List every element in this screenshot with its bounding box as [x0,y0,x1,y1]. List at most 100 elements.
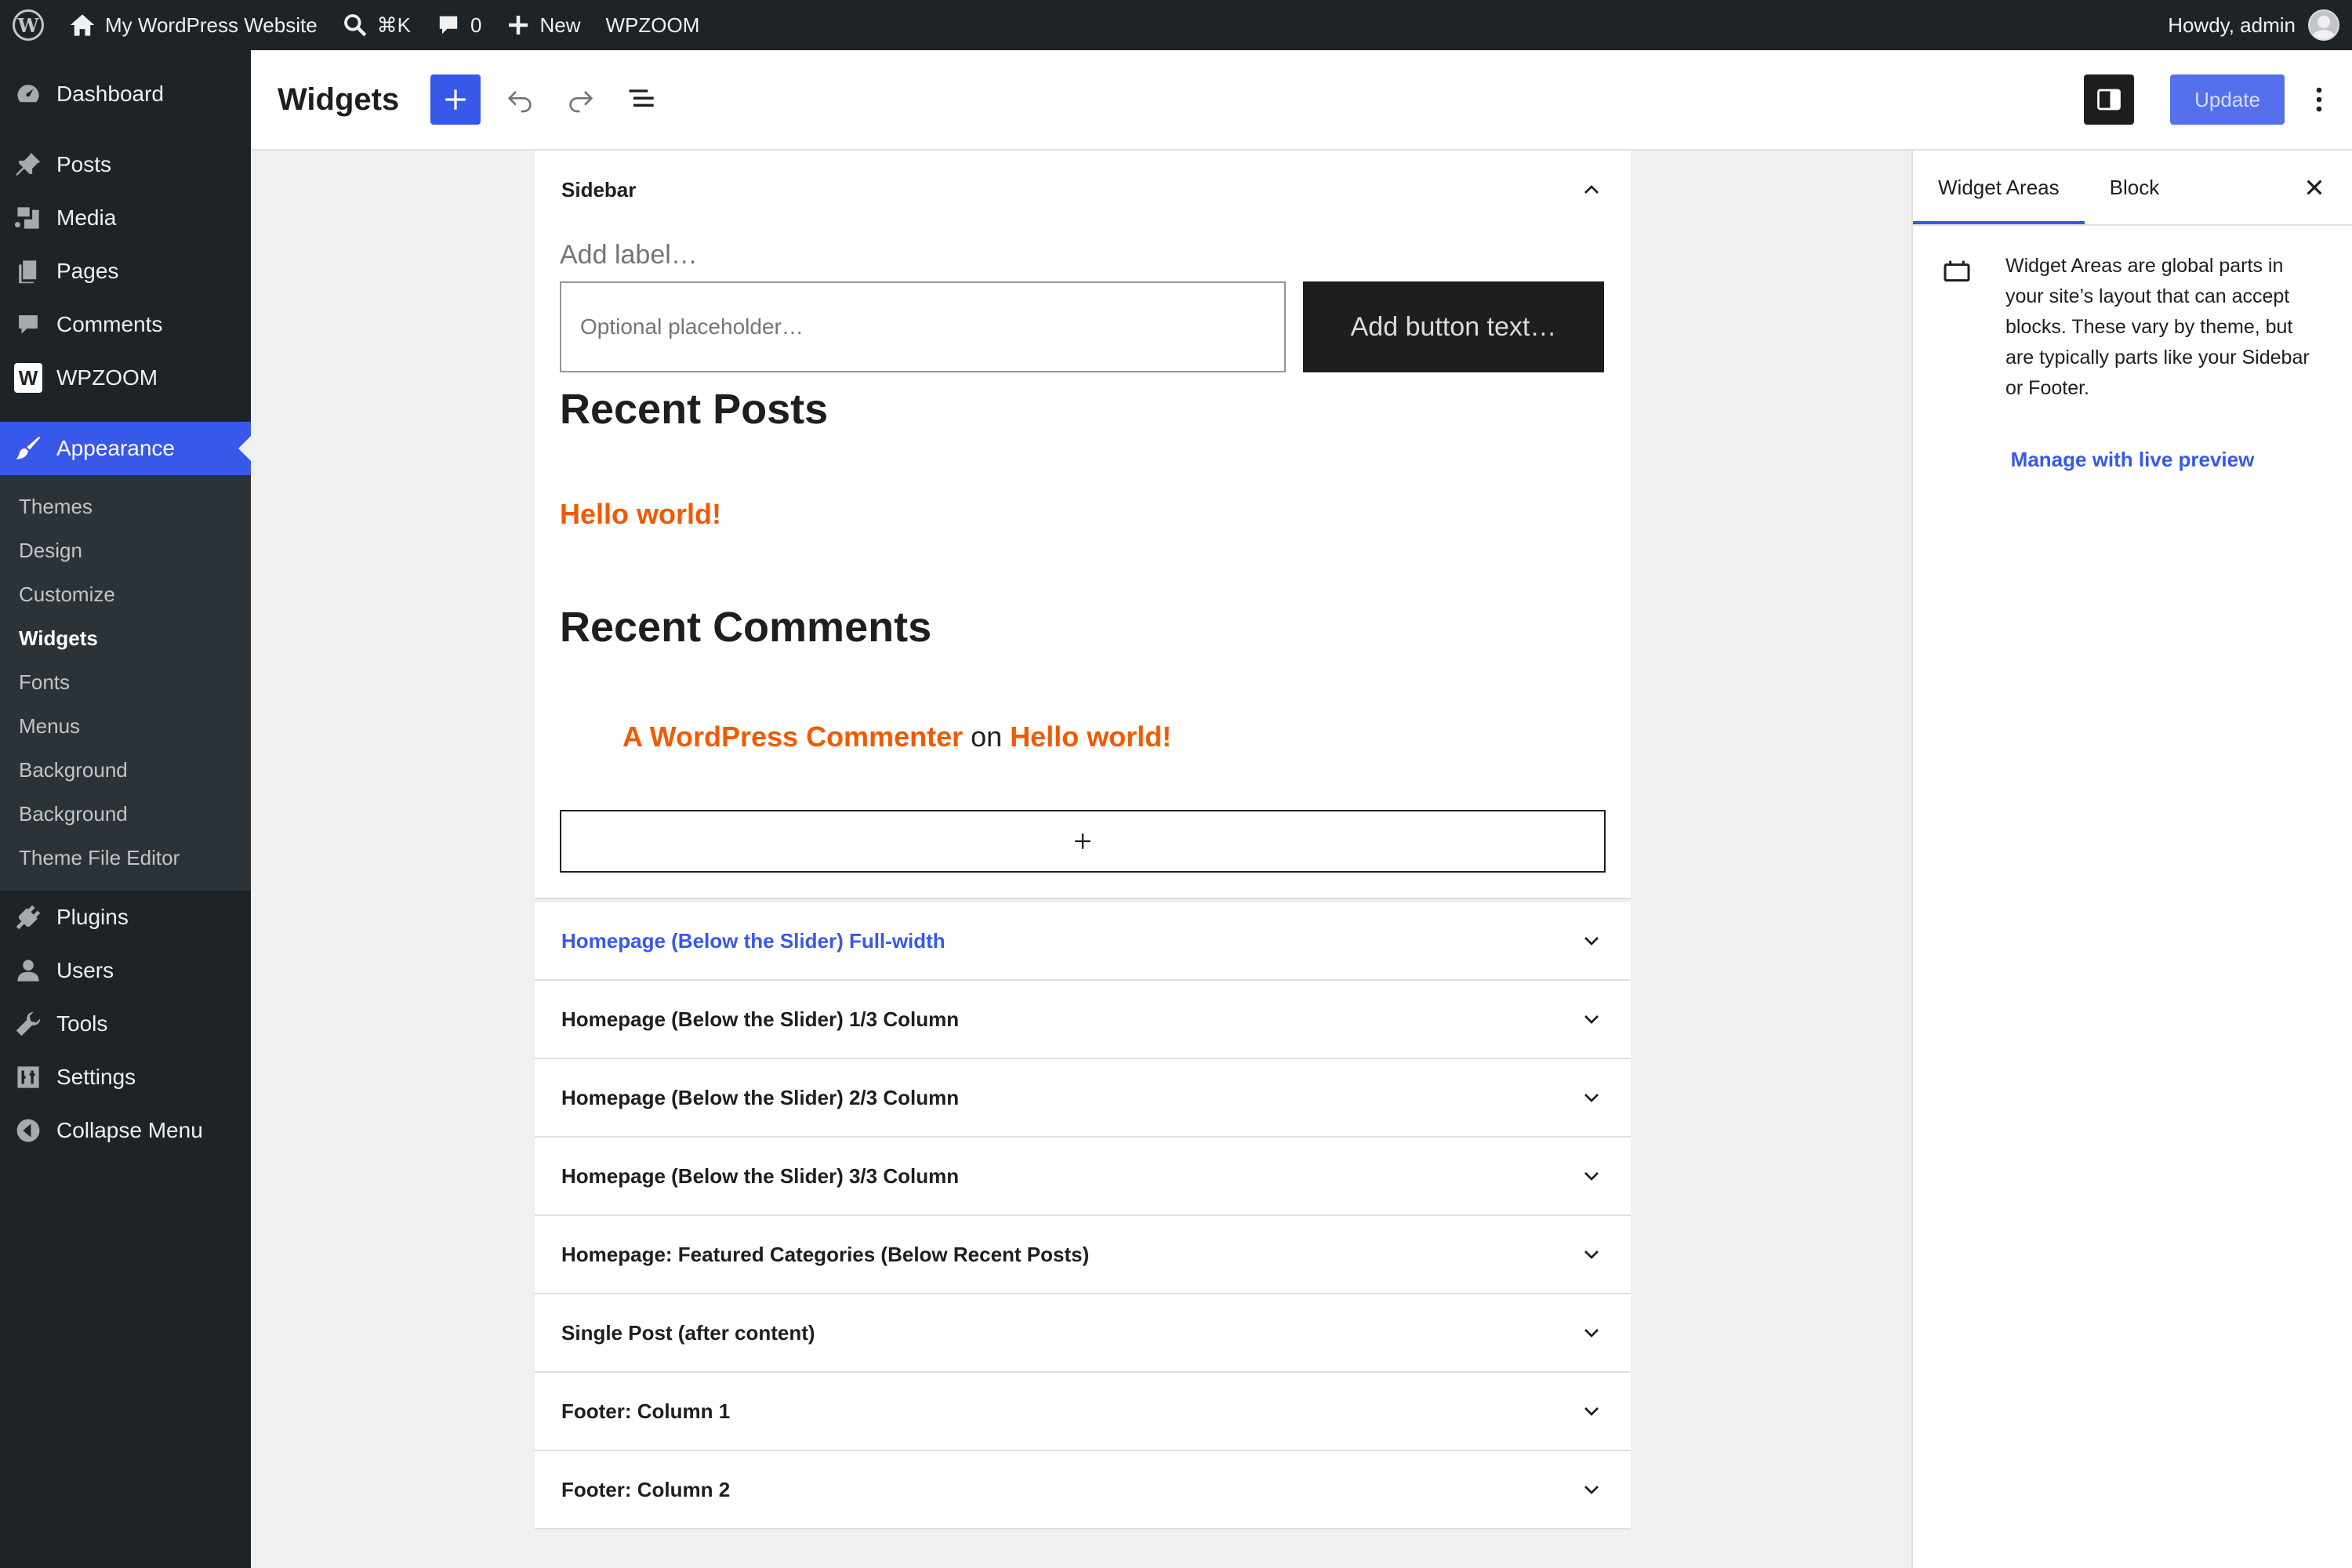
plus-icon [445,89,466,110]
chevron-down-icon [1584,1250,1599,1259]
list-view-icon [629,89,654,107]
menu-item-plugins[interactable]: Plugins [0,891,251,944]
menu-label: Settings [56,1065,136,1089]
comment-on-text: on [971,720,1003,753]
wpzoom-logo: W [14,363,42,393]
avatar [2308,9,2339,41]
site-name: My WordPress Website [105,13,318,37]
submenu-item-background[interactable]: Background [0,748,251,792]
admin-menu: Dashboard Posts Media Pages Comments W W… [0,50,251,1568]
recent-post-link[interactable]: Hello world! [560,498,1606,531]
plus-icon [509,16,528,34]
submenu-item-background-2[interactable]: Background [0,792,251,836]
media-icon [14,204,42,232]
widget-area-row[interactable]: Footer: Column 2 [535,1451,1631,1530]
menu-label: Plugins [56,905,129,929]
widget-area-toggle[interactable]: Sidebar [535,151,1631,229]
account-menu[interactable]: Howdy, admin [2155,0,2352,50]
block-inserter-button[interactable] [430,74,481,125]
command-search-button[interactable]: ⌘K [330,0,423,50]
search-button-text[interactable]: Add button text… [1303,281,1604,372]
widget-area-row[interactable]: Homepage: Featured Categories (Below Rec… [535,1216,1631,1294]
submenu-item-fonts[interactable]: Fonts [0,660,251,704]
menu-item-tools[interactable]: Tools [0,997,251,1051]
comments-icon [14,310,42,339]
site-name-link[interactable]: My WordPress Website [56,0,330,50]
widget-areas-list: Sidebar Add label… Optional placeholder…… [535,151,1631,1530]
options-menu-button[interactable] [2303,74,2335,125]
tab-block[interactable]: Block [2085,151,2185,224]
widget-area-title: Footer: Column 1 [561,1399,731,1423]
submenu-item-widgets[interactable]: Widgets [0,616,251,660]
editor-header: Widgets Update [251,50,2352,151]
widget-area-title: Sidebar [561,177,637,201]
menu-label: Pages [56,259,119,283]
chevron-down-icon [1584,1407,1599,1416]
recent-comment-item: A WordPress Commenter on Hello world! [560,720,1606,753]
menu-item-media[interactable]: Media [0,191,251,245]
recent-comments-heading: Recent Comments [560,604,932,651]
editor-canvas: Sidebar Add label… Optional placeholder…… [251,151,1913,1568]
menu-item-appearance[interactable]: Appearance [0,422,251,475]
admin-bar: W My WordPress Website ⌘K 0 New WPZOOM H… [0,0,2352,50]
undo-button[interactable] [495,74,545,125]
user-icon [14,956,42,985]
submenu-item-theme-file-editor[interactable]: Theme File Editor [0,836,251,880]
comment-author-link[interactable]: A WordPress Commenter [622,720,963,753]
menu-item-users[interactable]: Users [0,944,251,997]
collapse-menu-button[interactable]: Collapse Menu [0,1104,251,1157]
chevron-down-icon [1584,1172,1599,1181]
wp-logo-button[interactable]: W [0,0,56,50]
add-block-appender[interactable] [560,810,1606,873]
update-button[interactable]: Update [2170,74,2285,125]
menu-label: Posts [56,152,112,176]
more-vertical-icon [2316,87,2322,112]
menu-label: Appearance [56,436,176,460]
settings-toggle-button[interactable] [2084,74,2134,125]
chevron-down-icon [1584,1015,1599,1024]
inspector-body: Widget Areas are global parts in your si… [1913,226,2352,404]
widget-area-title: Footer: Column 2 [561,1477,731,1501]
manage-live-preview-link[interactable]: Manage with live preview [1913,448,2352,472]
comment-post-link[interactable]: Hello world! [1010,720,1171,753]
new-content-link[interactable]: New [494,0,593,50]
wpzoom-label: WPZOOM [605,13,700,37]
wpzoom-icon: W [14,363,42,393]
submenu-item-design[interactable]: Design [0,528,251,572]
wpzoom-link[interactable]: WPZOOM [593,0,713,50]
search-block-label[interactable]: Add label… [560,240,1606,270]
list-view-button[interactable] [617,74,667,125]
chevron-up-icon [1584,185,1599,194]
widget-area-title: Homepage: Featured Categories (Below Rec… [561,1242,1090,1266]
menu-item-dashboard[interactable]: Dashboard [0,67,251,121]
menu-label: Tools [56,1011,108,1036]
menu-item-comments[interactable]: Comments [0,298,251,351]
close-sidebar-button[interactable] [2277,151,2352,224]
widget-area-row[interactable]: Homepage (Below the Slider) 2/3 Column [535,1059,1631,1138]
submenu-item-menus[interactable]: Menus [0,704,251,748]
comments-link[interactable]: 0 [423,0,494,50]
menu-item-settings[interactable]: Settings [0,1051,251,1104]
menu-item-pages[interactable]: Pages [0,245,251,298]
widget-area-title: Homepage (Below the Slider) 3/3 Column [561,1163,960,1188]
redo-button[interactable] [556,74,606,125]
widget-area-row[interactable]: Single Post (after content) [535,1294,1631,1373]
widget-area-title: Homepage (Below the Slider) 2/3 Column [561,1085,960,1109]
redo-icon [569,91,593,113]
submenu-item-themes[interactable]: Themes [0,485,251,528]
menu-item-wpzoom[interactable]: W WPZOOM [0,351,251,405]
search-shortcut: ⌘K [376,13,412,37]
menu-item-posts[interactable]: Posts [0,138,251,191]
widget-area-row[interactable]: Footer: Column 1 [535,1373,1631,1451]
wrench-icon [14,1010,42,1038]
widget-area-title: Homepage (Below the Slider) Full-width [561,928,946,953]
inspector-tabs: Widget Areas Block [1913,151,2352,226]
search-placeholder-input[interactable]: Optional placeholder… [560,281,1286,372]
submenu-item-customize[interactable]: Customize [0,572,251,616]
widget-area-row[interactable]: Homepage (Below the Slider) Full-width [535,902,1631,981]
widget-area-row[interactable]: Homepage (Below the Slider) 1/3 Column [535,981,1631,1059]
widget-areas-description: Widget Areas are global parts in your si… [2005,255,2310,399]
dashboard-icon [14,80,42,108]
widget-area-row[interactable]: Homepage (Below the Slider) 3/3 Column [535,1138,1631,1216]
tab-widget-areas[interactable]: Widget Areas [1913,151,2085,224]
